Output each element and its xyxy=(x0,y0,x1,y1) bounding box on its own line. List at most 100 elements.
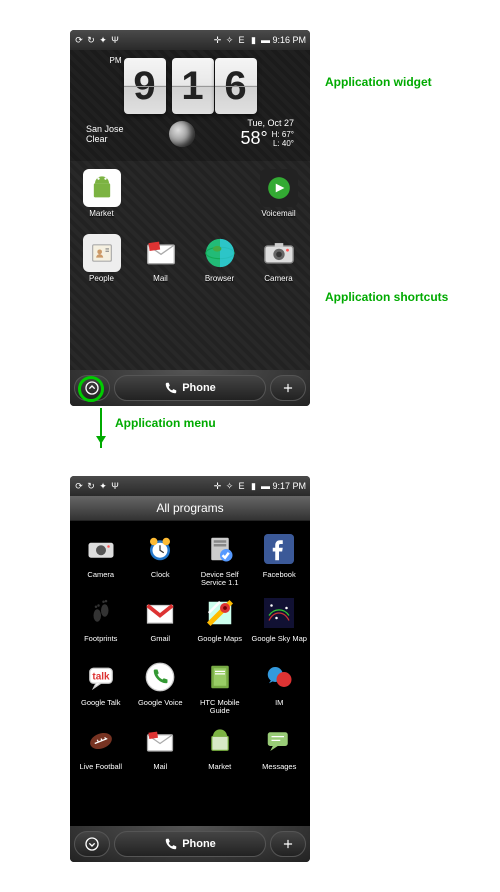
home-screen[interactable]: PM 9 1 6 San Jose Clear Tue, Oct xyxy=(70,50,310,370)
program-app[interactable]: Google Voice xyxy=(132,655,190,717)
add-button[interactable] xyxy=(270,831,306,857)
sync-icon: ⟳ xyxy=(74,35,84,45)
program-app[interactable]: Live Football xyxy=(72,719,130,781)
bottom-bar: Phone xyxy=(70,826,310,862)
vibrate-icon: ✧ xyxy=(224,35,234,45)
footprints-icon xyxy=(81,593,121,633)
gps-icon: ✛ xyxy=(212,35,222,45)
vibrate-icon: ✧ xyxy=(224,481,234,491)
weather-temp: 58° xyxy=(240,128,267,149)
bottom-bar: Phone xyxy=(70,370,310,406)
clock-icon xyxy=(140,529,180,569)
clock-weather-widget[interactable]: PM 9 1 6 San Jose Clear Tue, Oct xyxy=(70,50,310,161)
market-icon xyxy=(200,721,240,761)
google-talk-icon: talk xyxy=(81,657,121,697)
app-camera[interactable]: Camera xyxy=(251,234,306,283)
facebook-icon xyxy=(259,529,299,569)
program-label: HTC Mobile Guide xyxy=(191,699,249,715)
program-app[interactable]: HTC Mobile Guide xyxy=(191,655,249,717)
app-browser[interactable]: Browser xyxy=(192,234,247,283)
program-app[interactable]: Camera xyxy=(72,527,130,589)
program-app[interactable]: Market xyxy=(191,719,249,781)
flip-clock: PM 9 1 6 xyxy=(78,58,302,114)
bird-icon: ✦ xyxy=(98,35,108,45)
collapse-apps-button[interactable] xyxy=(74,831,110,857)
gmail-icon xyxy=(140,593,180,633)
ampm-label: PM xyxy=(110,56,122,65)
phone-button[interactable]: Phone xyxy=(114,375,266,401)
status-bar: ⟳ ↻ ✦ Ψ ✛ ✧ E ▮ ▬ 9:16 PM xyxy=(70,30,310,50)
program-app[interactable]: Device Self Service 1.1 xyxy=(191,527,249,589)
phone-button[interactable]: Phone xyxy=(114,831,266,857)
program-app[interactable]: IM xyxy=(251,655,309,717)
app-mail[interactable]: Mail xyxy=(133,234,188,283)
program-label: Google Talk xyxy=(81,699,120,715)
program-app[interactable]: Google Maps xyxy=(191,591,249,653)
arrow-down-icon xyxy=(100,408,102,448)
gps-icon: ✛ xyxy=(212,481,222,491)
mail-icon xyxy=(142,234,180,272)
program-app[interactable]: talk Google Talk xyxy=(72,655,130,717)
live-football-icon xyxy=(81,721,121,761)
program-label: Clock xyxy=(151,571,170,587)
weather-date: Tue, Oct 27 xyxy=(240,118,294,128)
google-maps-icon xyxy=(200,593,240,633)
weather-condition: Clear xyxy=(86,134,124,144)
data-icon: E xyxy=(236,481,246,491)
battery-icon: ▬ xyxy=(260,35,270,45)
status-time: 9:16 PM xyxy=(272,35,306,45)
program-label: Market xyxy=(208,763,231,779)
signal-icon: ▮ xyxy=(248,481,258,491)
app-voicemail[interactable]: Voicemail xyxy=(251,169,306,218)
add-button[interactable] xyxy=(270,375,306,401)
program-label: Facebook xyxy=(263,571,296,587)
app-market[interactable]: Market xyxy=(74,169,129,218)
mail-icon xyxy=(140,721,180,761)
status-bar: ⟳ ↻ ✦ Ψ ✛ ✧ E ▮ ▬ 9:17 PM xyxy=(70,476,310,496)
program-app[interactable]: Clock xyxy=(132,527,190,589)
app-empty xyxy=(133,169,188,218)
weather-city: San Jose xyxy=(86,124,124,134)
refresh-icon: ↻ xyxy=(86,481,96,491)
sync-icon: ⟳ xyxy=(74,481,84,491)
weather-location: San Jose Clear xyxy=(86,124,124,144)
app-label: Voicemail xyxy=(261,209,295,218)
app-label: People xyxy=(89,274,114,283)
annotation-shortcuts: Application shortcuts xyxy=(325,290,448,304)
program-label: Device Self Service 1.1 xyxy=(191,571,249,587)
program-label: Mail xyxy=(153,763,167,779)
annotation-menu: Application menu xyxy=(115,416,216,430)
program-label: Footprints xyxy=(84,635,117,651)
app-label: Camera xyxy=(264,274,292,283)
htc-mobile-guide-icon xyxy=(200,657,240,697)
homescreen-phone: ⟳ ↻ ✦ Ψ ✛ ✧ E ▮ ▬ 9:16 PM PM 9 xyxy=(70,30,310,406)
status-time: 9:17 PM xyxy=(272,481,306,491)
app-label: Mail xyxy=(153,274,168,283)
program-label: Google Voice xyxy=(138,699,183,715)
usb-icon: Ψ xyxy=(110,481,120,491)
app-empty xyxy=(192,169,247,218)
home-apps-row-2: People Mail Browser xyxy=(70,226,310,291)
refresh-icon: ↻ xyxy=(86,35,96,45)
programs-grid: Camera Clock Device Self Service 1.1 Facebo… xyxy=(70,521,310,787)
program-label: Camera xyxy=(87,571,114,587)
program-app[interactable]: Google Sky Map xyxy=(251,591,309,653)
browser-icon xyxy=(201,234,239,272)
battery-icon: ▬ xyxy=(260,481,270,491)
weather-high: H: 67° xyxy=(272,130,294,139)
program-app[interactable]: Mail xyxy=(132,719,190,781)
program-app[interactable]: Facebook xyxy=(251,527,309,589)
program-app[interactable]: Footprints xyxy=(72,591,130,653)
data-icon: E xyxy=(236,35,246,45)
messages-icon xyxy=(259,721,299,761)
programs-phone: ⟳ ↻ ✦ Ψ ✛ ✧ E ▮ ▬ 9:17 PM All programs C… xyxy=(70,476,310,862)
program-label: Messages xyxy=(262,763,296,779)
im-icon xyxy=(259,657,299,697)
moon-icon xyxy=(169,121,195,147)
program-label: Google Maps xyxy=(197,635,242,651)
program-app[interactable]: Gmail xyxy=(132,591,190,653)
app-people[interactable]: People xyxy=(74,234,129,283)
program-app[interactable]: Messages xyxy=(251,719,309,781)
market-icon xyxy=(83,169,121,207)
all-programs-screen[interactable]: All programs CameraClockDevice Self Serv… xyxy=(70,496,310,826)
